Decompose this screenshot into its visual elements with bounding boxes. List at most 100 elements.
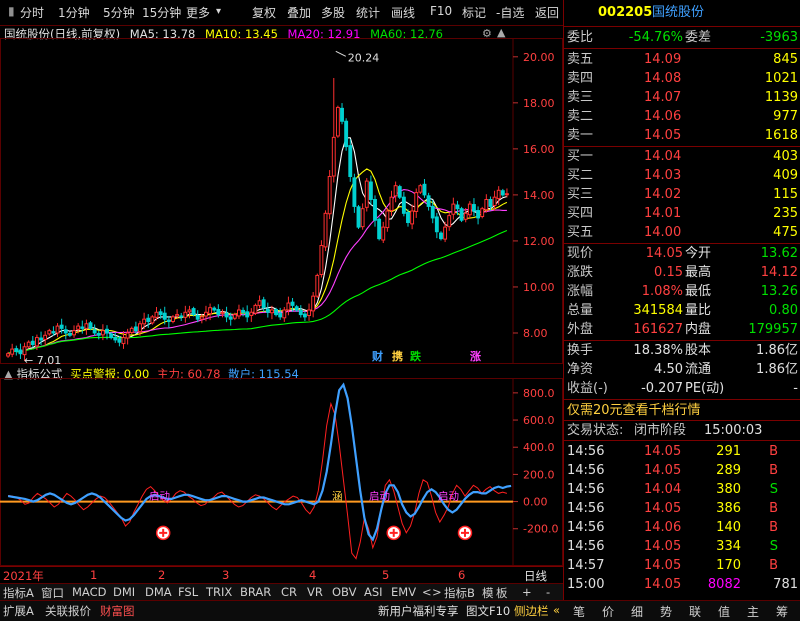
- price-tick-label: 14.00: [523, 189, 555, 202]
- fundamental-label-2: 流通: [685, 362, 712, 377]
- period-label[interactable]: 日线: [524, 568, 547, 584]
- toolbar-tab-1min[interactable]: 1分钟: [58, 4, 90, 21]
- tick-volume: 291: [716, 444, 741, 459]
- tab-brar[interactable]: BRAR: [240, 585, 271, 599]
- side-tab[interactable]: 价: [602, 603, 614, 620]
- tab-macd[interactable]: MACD: [72, 585, 106, 599]
- candle-body: [340, 107, 344, 122]
- tab-dma[interactable]: DMA: [145, 585, 172, 599]
- stat-value: 0.15: [654, 265, 683, 280]
- tab-prev-arrow[interactable]: <: [422, 585, 432, 599]
- candle-body: [360, 208, 365, 228]
- menu-arrow-icon[interactable]: ▮: [8, 4, 15, 18]
- tick-row: 14:56 14.06 140 B: [564, 518, 800, 537]
- candle-body: [105, 328, 109, 334]
- candle-body: [51, 331, 56, 334]
- toolbar-btn-fuquan[interactable]: 复权: [252, 4, 276, 21]
- indicator-tick-label: 600.0: [523, 414, 555, 427]
- stat-row: 现价 14.05 今开 13.62: [564, 244, 800, 263]
- toolbar-btn-huaxian[interactable]: 画线: [391, 4, 415, 21]
- candle-body: [480, 208, 485, 218]
- stat-label: 现价: [567, 246, 594, 261]
- sidebar-toggle[interactable]: 侧边栏: [514, 603, 549, 619]
- status-related-quote[interactable]: 关联报价: [45, 603, 91, 619]
- tick-time: 14:56: [567, 520, 605, 535]
- candle-body: [220, 311, 225, 314]
- f10-link[interactable]: 图文F10: [466, 603, 510, 619]
- candle-body: [373, 199, 377, 221]
- price-tick-label: 18.00: [523, 97, 555, 110]
- toolbar-btn-back[interactable]: 返回: [535, 4, 559, 21]
- indicator-tick-label: 400.0: [523, 441, 555, 454]
- toolbar-btn-diejia[interactable]: 叠加: [287, 4, 311, 21]
- toolbar-tab-fenshi[interactable]: 分时: [20, 4, 44, 21]
- candle-body: [381, 226, 386, 241]
- fundamental-value-2: 1.86亿: [756, 343, 798, 358]
- tab-asi[interactable]: ASI: [364, 585, 383, 599]
- ask-volume: 845: [773, 52, 798, 67]
- tab-ban[interactable]: 板: [496, 585, 508, 601]
- sidebar-arrow-icon[interactable]: «: [553, 603, 560, 617]
- ask-label: 卖四: [567, 71, 594, 86]
- status-fortune-map[interactable]: 财富图: [100, 603, 135, 619]
- ask-price: 14.08: [644, 71, 682, 86]
- bid-volume: 409: [773, 168, 798, 183]
- tab-cr[interactable]: CR: [281, 585, 297, 599]
- candle-body: [232, 314, 237, 319]
- tab-mo[interactable]: 模: [482, 585, 494, 601]
- price-tick-label: 10.00: [523, 281, 555, 294]
- side-tab[interactable]: 联: [689, 603, 701, 620]
- tab-indicator-a[interactable]: 指标A: [3, 585, 34, 601]
- candle-body: [282, 309, 287, 319]
- chevron-down-icon[interactable]: ▾: [216, 6, 221, 17]
- toolbar-btn-tongji[interactable]: 统计: [356, 4, 380, 21]
- toolbar-tab-15min[interactable]: 15分钟: [142, 4, 181, 21]
- side-tab[interactable]: 主: [747, 603, 759, 620]
- candle-body: [472, 204, 476, 212]
- toolbar-btn-f10[interactable]: F10: [430, 4, 452, 18]
- toolbar-tab-more[interactable]: 更多: [186, 4, 210, 21]
- tab-minus[interactable]: -: [546, 585, 550, 599]
- tab-obv[interactable]: OBV: [332, 585, 356, 599]
- side-tab[interactable]: 笔: [573, 603, 585, 620]
- ask-price: 14.05: [644, 128, 682, 143]
- toolbar-btn-duogu[interactable]: 多股: [321, 4, 345, 21]
- indicator-chart[interactable]: 800.0 600.0 400.0 200.0 0.00 -200.0 启动 涵 启动 启动: [0, 378, 563, 566]
- quote-panel: 002205 国统股份 委比 -54.76% 委差 -3963 卖五 14.09 8…: [563, 0, 800, 600]
- candlestick-chart[interactable]: 20.00 18.00 16.00 14.00 12.00 10.00 8.00 20.24…: [0, 38, 563, 364]
- toolbar-btn-zixuan[interactable]: -自选: [496, 4, 524, 21]
- toolbar-tab-5min[interactable]: 5分钟: [103, 4, 135, 21]
- promo-link[interactable]: 新用户福利专享: [378, 603, 459, 619]
- tab-indicator-b[interactable]: 指标B: [444, 585, 475, 601]
- tab-plus[interactable]: +: [522, 585, 532, 599]
- level2-banner[interactable]: 仅需20元查看千档行情: [567, 401, 701, 420]
- indicator-tick-label: 200.0: [523, 468, 555, 481]
- ask-row: 卖二 14.06 977: [564, 107, 800, 126]
- ask-label: 卖一: [567, 128, 594, 143]
- tab-trix[interactable]: TRIX: [206, 585, 232, 599]
- stock-name[interactable]: 国统股份: [652, 3, 704, 22]
- toolbar-btn-biaoji[interactable]: 标记: [462, 4, 486, 21]
- tab-next-arrow[interactable]: >: [432, 585, 442, 599]
- ask-volume: 1139: [764, 90, 798, 105]
- tab-vr[interactable]: VR: [307, 585, 323, 599]
- tab-emv[interactable]: EMV: [391, 585, 416, 599]
- side-tab[interactable]: 细: [631, 603, 643, 620]
- side-tab[interactable]: 势: [660, 603, 672, 620]
- tab-fsl[interactable]: FSL: [178, 585, 198, 599]
- candle-body: [14, 348, 19, 352]
- stock-code[interactable]: 002205: [598, 3, 652, 22]
- tab-window[interactable]: 窗口: [41, 585, 64, 601]
- candle-body: [162, 312, 167, 320]
- ask-row: 卖五 14.09 845: [564, 50, 800, 69]
- side-tab[interactable]: 值: [718, 603, 730, 620]
- ask-price: 14.06: [644, 109, 682, 124]
- candle-body: [331, 136, 336, 177]
- side-tab[interactable]: 筹: [776, 603, 788, 620]
- candle-body: [352, 177, 357, 207]
- tab-dmi[interactable]: DMI: [113, 585, 135, 599]
- status-expand-a[interactable]: 扩展A: [3, 603, 34, 619]
- candle-body: [109, 333, 114, 339]
- bid-row: 买四 14.01 235: [564, 204, 800, 223]
- candle-body: [117, 338, 122, 343]
